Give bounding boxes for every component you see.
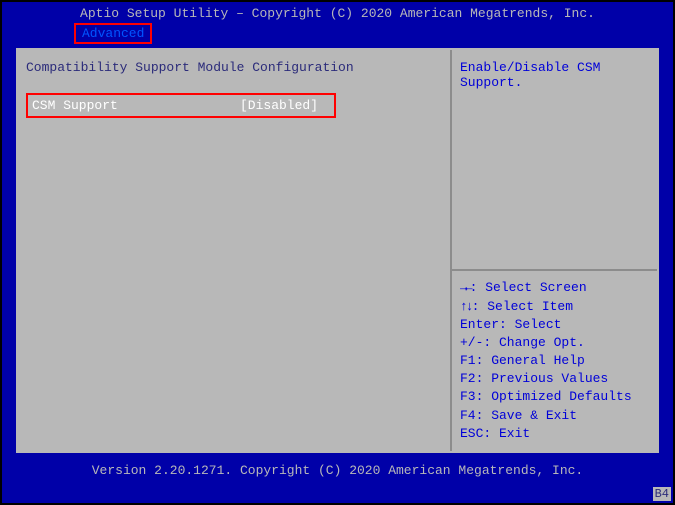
option-value: [Disabled] [240, 98, 330, 113]
key-f2: F2: Previous Values [460, 370, 649, 388]
option-label: CSM Support [32, 98, 240, 113]
help-panel: Enable/Disable CSM Support. : Select Scr… [452, 50, 657, 451]
key-select-item: : Select Item [472, 299, 573, 314]
arrows-lr-icon [460, 280, 470, 295]
key-f1: F1: General Help [460, 352, 649, 370]
key-f3: F3: Optimized Defaults [460, 388, 649, 406]
csm-support-option[interactable]: CSM Support [Disabled] [26, 93, 336, 118]
key-select-screen: : Select Screen [470, 280, 587, 295]
key-f4: F4: Save & Exit [460, 407, 649, 425]
footer-version: Version 2.20.1271. Copyright (C) 2020 Am… [2, 453, 673, 478]
key-plusminus: +/-: Change Opt. [460, 334, 649, 352]
corner-badge: B4 [653, 487, 671, 501]
section-title: Compatibility Support Module Configurati… [26, 60, 442, 75]
key-bindings: : Select Screen : Select Item Enter: Sel… [452, 271, 657, 451]
tab-row: Advanced [2, 21, 673, 48]
key-enter: Enter: Select [460, 316, 649, 334]
settings-panel: Compatibility Support Module Configurati… [18, 50, 452, 451]
key-esc: ESC: Exit [460, 425, 649, 443]
help-description: Enable/Disable CSM Support. [452, 50, 657, 271]
arrows-ud-icon [460, 299, 472, 314]
tab-advanced[interactable]: Advanced [74, 23, 152, 44]
header-title: Aptio Setup Utility – Copyright (C) 2020… [2, 2, 673, 21]
main-content-box: Compatibility Support Module Configurati… [16, 48, 659, 453]
